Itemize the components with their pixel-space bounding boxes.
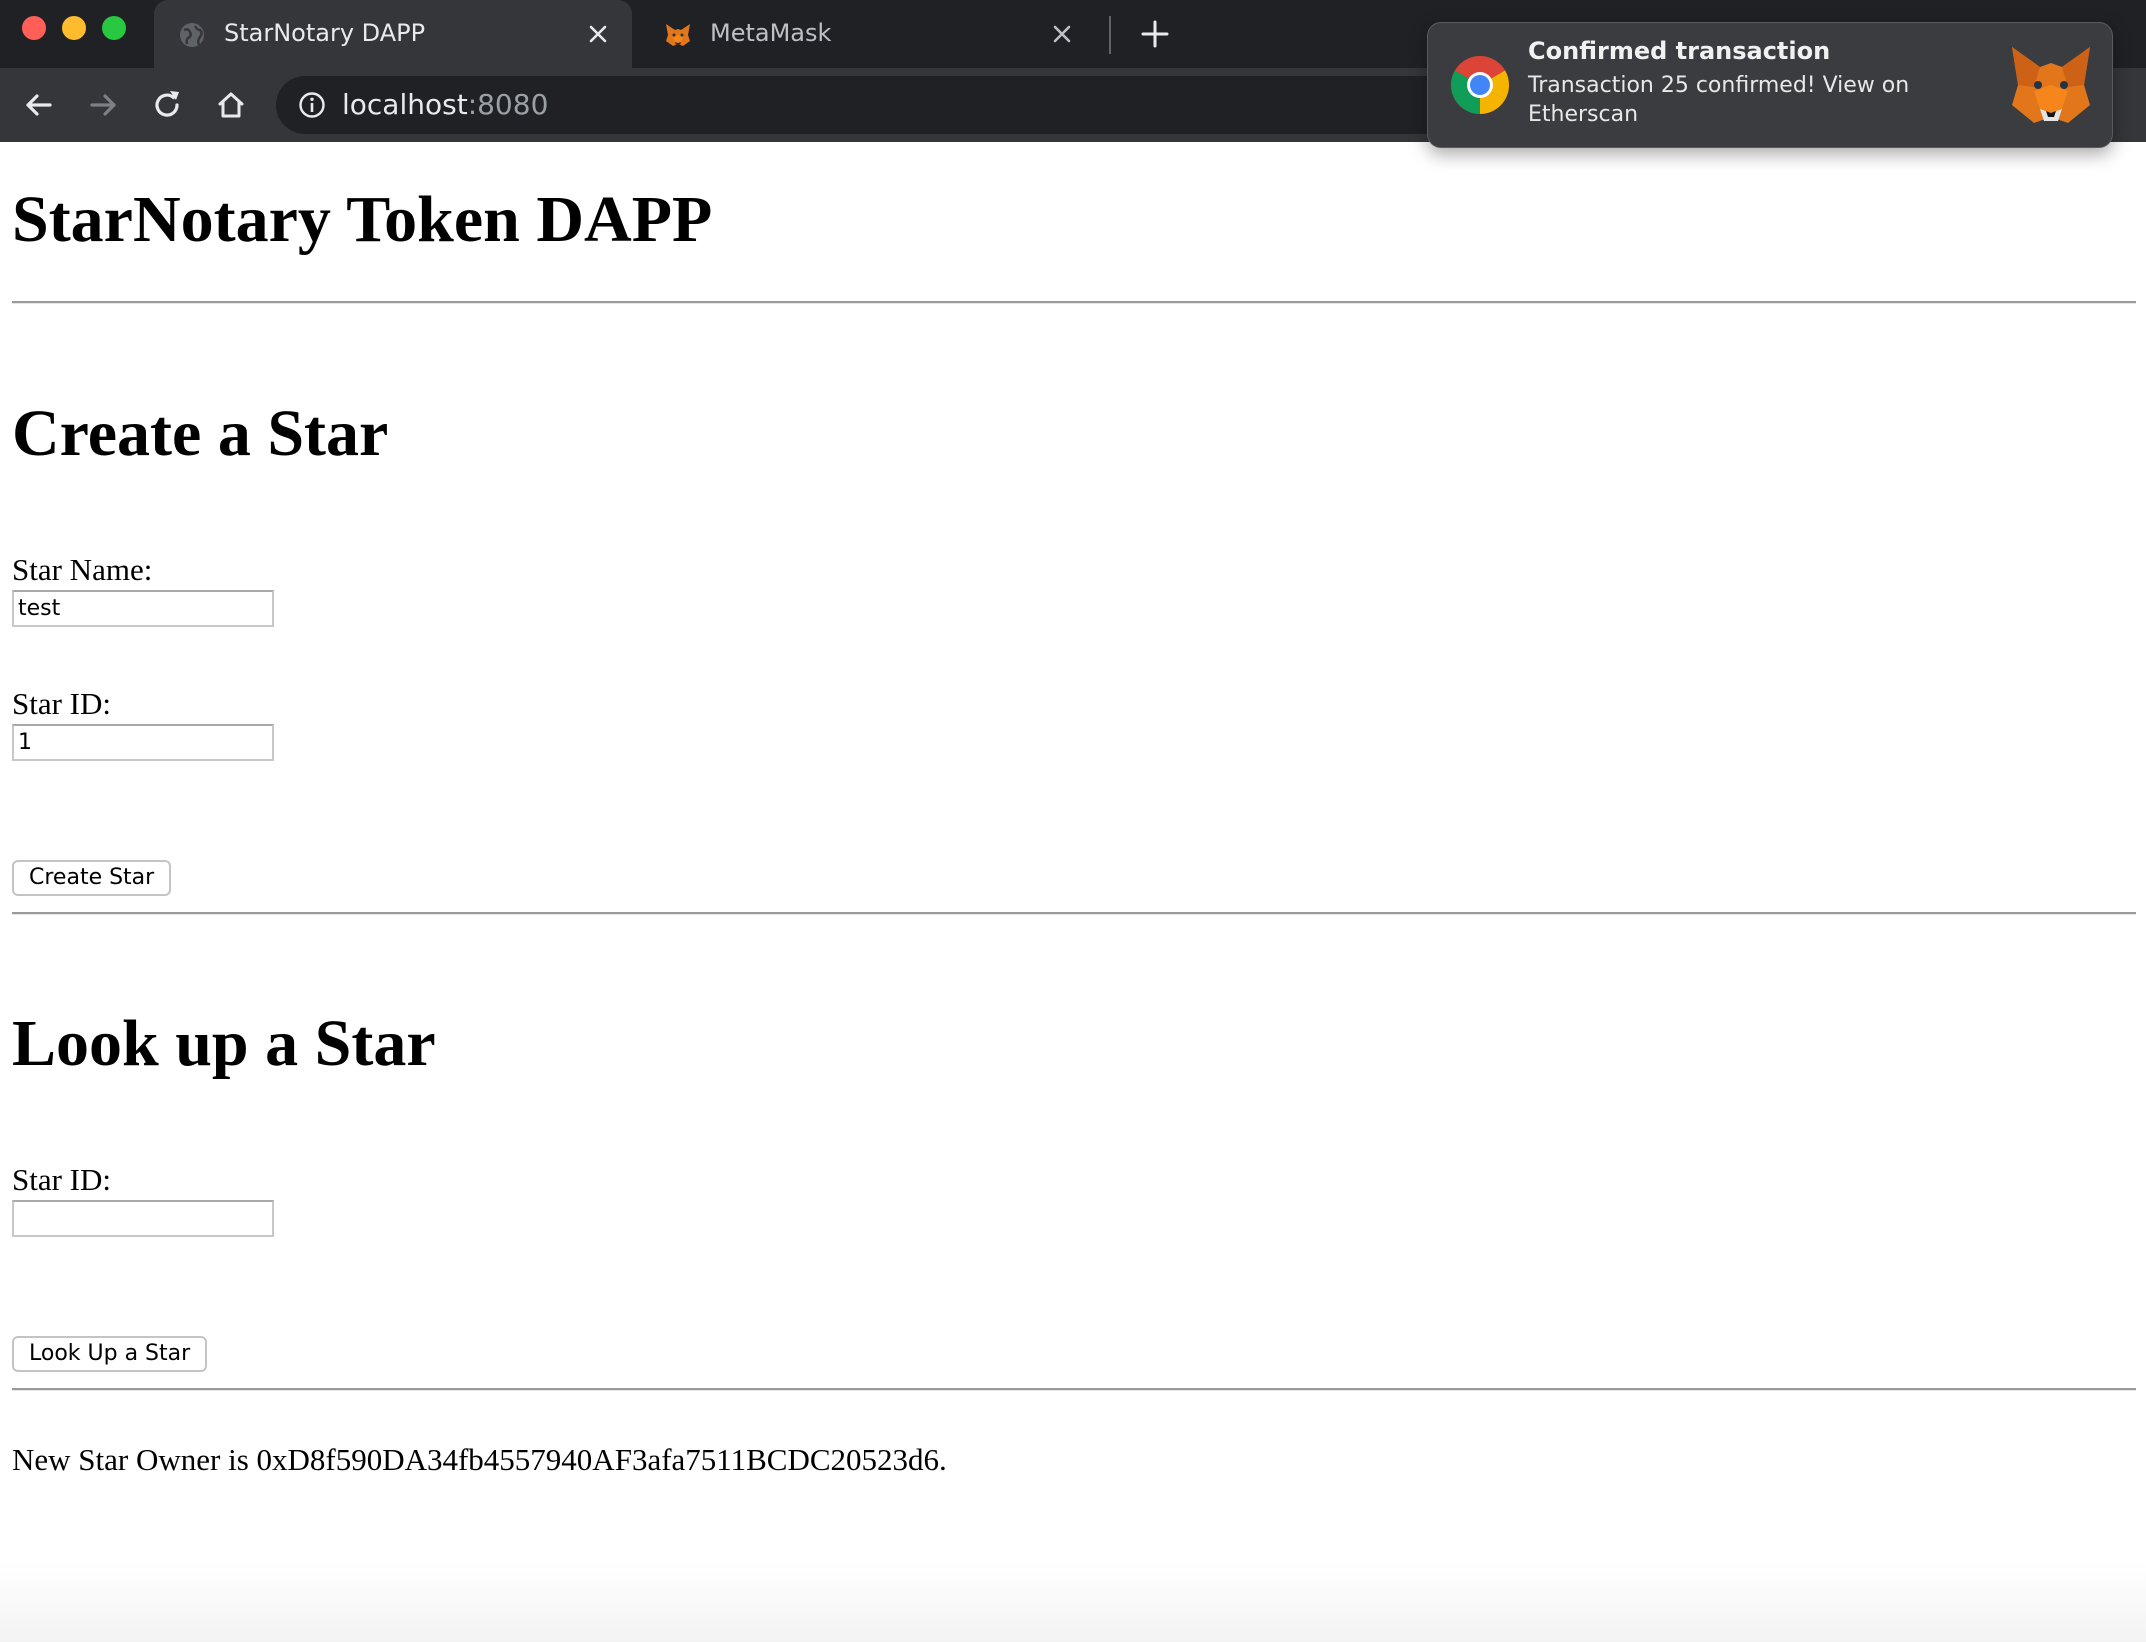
lookup-star-id-label: Star ID: [12, 1162, 112, 1197]
divider [12, 301, 2136, 304]
tab-title: MetaMask [710, 19, 832, 47]
new-tab-plus-icon[interactable] [1138, 17, 1172, 51]
back-arrow-icon[interactable] [20, 86, 58, 124]
star-name-label: Star Name: [12, 552, 153, 587]
metamask-fox-icon [666, 24, 690, 46]
url-text: localhost:8080 [342, 88, 548, 121]
tab-starnotary[interactable]: StarNotary DAPP [154, 0, 632, 68]
home-icon[interactable] [212, 86, 250, 124]
url-host: localhost [342, 88, 468, 121]
close-icon[interactable] [582, 18, 614, 50]
create-star-heading: Create a Star [12, 397, 389, 470]
globe-icon [180, 23, 204, 47]
create-star-button[interactable]: Create Star [12, 860, 172, 896]
close-icon[interactable] [1046, 18, 1078, 50]
window-close-button[interactable] [22, 16, 46, 40]
notification-body: Transaction 25 confirmed! View on Ethers… [1528, 73, 1910, 127]
notification-title: Confirmed transaction [1528, 37, 1831, 65]
tab-metamask[interactable]: MetaMask [640, 0, 1096, 68]
forward-arrow-icon[interactable] [84, 86, 122, 124]
divider [12, 1388, 2136, 1391]
lookup-star-heading: Look up a Star [12, 1007, 436, 1080]
reload-icon[interactable] [148, 86, 186, 124]
window-zoom-button[interactable] [102, 16, 126, 40]
page-bottom-fade [0, 1562, 2146, 1642]
star-id-label: Star ID: [12, 686, 112, 721]
star-name-input[interactable] [12, 590, 274, 627]
tab-title: StarNotary DAPP [224, 19, 426, 47]
info-icon[interactable] [298, 91, 326, 119]
page-title: StarNotary Token DAPP [12, 183, 713, 256]
window-minimize-button[interactable] [62, 16, 86, 40]
status-message: New Star Owner is 0xD8f590DA34fb4557940A… [12, 1442, 947, 1477]
chrome-icon [1451, 56, 1509, 114]
metamask-fox-icon [2012, 47, 2090, 123]
look-up-star-button[interactable]: Look Up a Star [12, 1336, 208, 1372]
page-content: StarNotary Token DAPP Create a Star Star… [0, 142, 2146, 1642]
lookup-star-id-input[interactable] [12, 1200, 274, 1237]
divider [12, 912, 2136, 915]
star-id-input[interactable] [12, 724, 274, 761]
notification-popup[interactable]: Confirmed transaction Transaction 25 con… [1427, 22, 2113, 148]
url-port: :8080 [467, 88, 549, 121]
tab-separator [1109, 16, 1111, 54]
